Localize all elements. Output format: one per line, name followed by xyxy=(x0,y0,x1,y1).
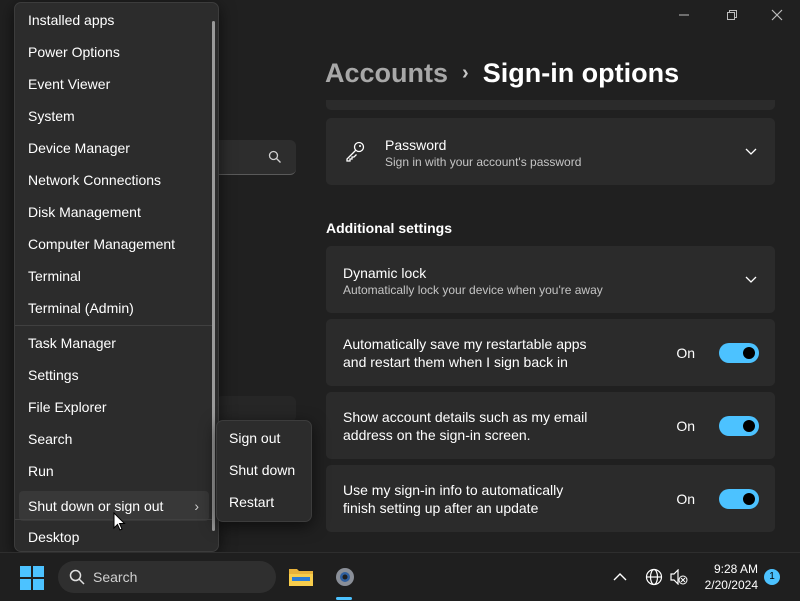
find-setting-search[interactable] xyxy=(210,140,296,175)
chevron-right-icon: › xyxy=(462,62,469,84)
toggle-state: On xyxy=(676,490,695,507)
signin-info-toggle[interactable] xyxy=(719,488,759,509)
additional-settings-heading: Additional settings xyxy=(326,220,452,236)
restartable-apps-card: Automatically save my restartable apps a… xyxy=(326,319,775,386)
chevron-down-icon xyxy=(745,148,757,155)
menu-item-event-viewer[interactable]: Event Viewer xyxy=(15,69,215,99)
setting-label: Automatically save my restartable apps xyxy=(343,336,587,352)
menu-item-search[interactable]: Search xyxy=(15,424,215,454)
account-details-card: Show account details such as my email ad… xyxy=(326,392,775,459)
menu-item-settings[interactable]: Settings xyxy=(15,360,215,390)
setting-label: Use my sign-in info to automatically xyxy=(343,482,564,498)
breadcrumb: Accounts › Sign-in options xyxy=(325,58,679,89)
password-card[interactable]: Password Sign in with your account's pas… xyxy=(326,118,775,185)
close-icon[interactable] xyxy=(765,6,789,26)
file-explorer-icon[interactable] xyxy=(288,565,314,587)
toggle-group: On xyxy=(676,488,759,509)
menu-item-network-connections[interactable]: Network Connections xyxy=(15,165,215,195)
dynamic-lock-description: Automatically lock your device when you'… xyxy=(343,283,603,297)
dynamic-lock-title: Dynamic lock xyxy=(343,265,427,281)
toggle-group: On xyxy=(676,415,759,436)
notification-badge[interactable]: 1 xyxy=(764,569,780,585)
menu-item-task-manager[interactable]: Task Manager xyxy=(15,328,215,358)
clock-time: 9:28 AM xyxy=(713,562,758,576)
menu-item-disk-management[interactable]: Disk Management xyxy=(15,197,215,227)
menu-item-terminal-admin[interactable]: Terminal (Admin) xyxy=(15,293,215,323)
winx-context-menu: Installed apps Power Options Event Viewe… xyxy=(14,2,219,552)
submenu-item-restart[interactable]: Restart xyxy=(229,494,274,510)
minimize-icon[interactable] xyxy=(672,6,696,26)
menu-scrollbar[interactable] xyxy=(212,21,215,531)
search-icon xyxy=(69,569,85,585)
page-title: Sign-in options xyxy=(482,58,680,88)
restore-icon[interactable] xyxy=(720,6,744,26)
windows-start-icon[interactable] xyxy=(20,566,44,590)
search-icon xyxy=(268,150,281,163)
menu-item-power-options[interactable]: Power Options xyxy=(15,37,215,67)
taskbar-clock[interactable]: 9:28 AM 2/20/2024 xyxy=(705,561,758,593)
chevron-up-icon[interactable] xyxy=(613,572,627,582)
key-icon xyxy=(346,141,365,162)
toggle-state: On xyxy=(676,417,695,434)
menu-item-run[interactable]: Run xyxy=(15,456,215,486)
account-details-toggle[interactable] xyxy=(719,415,759,436)
menu-item-device-manager[interactable]: Device Manager xyxy=(15,133,215,163)
shutdown-submenu: Sign out Shut down Restart xyxy=(216,420,312,522)
menu-item-label: Shut down or sign out xyxy=(28,498,164,514)
restartable-apps-toggle[interactable] xyxy=(719,342,759,363)
setting-label: address on the sign-in screen. xyxy=(343,427,531,443)
password-title: Password xyxy=(385,137,447,153)
dynamic-lock-card[interactable]: Dynamic lock Automatically lock your dev… xyxy=(326,246,775,313)
chevron-right-icon: › xyxy=(194,498,199,514)
menu-item-computer-management[interactable]: Computer Management xyxy=(15,229,215,259)
setting-label: finish setting up after an update xyxy=(343,500,539,516)
setting-label: Show account details such as my email xyxy=(343,409,588,425)
setting-label: and restart them when I sign back in xyxy=(343,354,568,370)
menu-item-file-explorer[interactable]: File Explorer xyxy=(15,392,215,422)
toggle-group: On xyxy=(676,342,759,363)
menu-item-installed-apps[interactable]: Installed apps xyxy=(15,5,215,35)
password-description: Sign in with your account's password xyxy=(385,155,582,169)
taskbar-search-label: Search xyxy=(93,569,138,585)
menu-item-terminal[interactable]: Terminal xyxy=(15,261,215,291)
taskbar-search[interactable]: Search xyxy=(58,561,276,593)
breadcrumb-accounts[interactable]: Accounts xyxy=(325,58,448,88)
settings-gear-icon[interactable] xyxy=(332,564,358,590)
menu-item-system[interactable]: System xyxy=(15,101,215,131)
clock-date: 2/20/2024 xyxy=(704,578,758,592)
previous-card-edge xyxy=(326,100,775,110)
flyout-shadow xyxy=(216,396,296,422)
signin-info-card: Use my sign-in info to automatically fin… xyxy=(326,465,775,532)
toggle-state: On xyxy=(676,344,695,361)
chevron-down-icon xyxy=(745,276,757,283)
taskbar: Search 9:28 AM 2/20/2024 1 xyxy=(0,552,800,601)
menu-separator xyxy=(15,325,215,326)
globe-icon[interactable] xyxy=(645,568,663,586)
mouse-cursor-icon xyxy=(113,512,126,531)
submenu-item-sign-out[interactable]: Sign out xyxy=(229,430,280,446)
speaker-muted-icon[interactable] xyxy=(670,569,688,585)
submenu-item-shut-down[interactable]: Shut down xyxy=(229,462,295,478)
